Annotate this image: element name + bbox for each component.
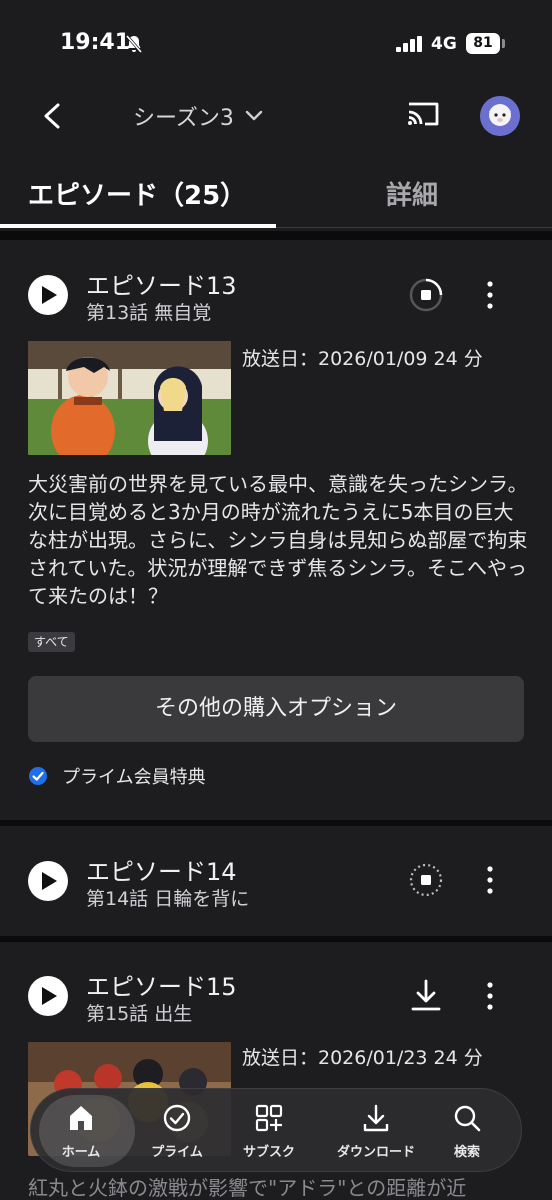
nav-prime[interactable]: プライム [131, 1089, 223, 1173]
play-icon [42, 872, 57, 890]
status-bar: 19:41 4G 81 [0, 0, 552, 90]
search-icon [454, 1105, 481, 1132]
episode-subtitle: 第13話 無自覚 [86, 302, 212, 324]
season-label: シーズン3 [133, 106, 234, 131]
tab-details[interactable]: 詳細 [386, 175, 438, 212]
cast-icon[interactable] [405, 98, 441, 130]
download-icon[interactable] [410, 978, 442, 1012]
episode-card: エピソード14 第14話 日輪を背に [0, 826, 552, 936]
avatar-image [480, 96, 520, 136]
nav-search[interactable]: 検索 [421, 1089, 513, 1173]
play-button[interactable] [28, 976, 68, 1016]
download-icon [363, 1104, 389, 1132]
nav-downloads-label: ダウンロード [336, 1145, 415, 1160]
episode-title[interactable]: エピソード14 [86, 852, 237, 887]
episode-synopsis: 紅丸と火鉢の激戦が影響で"アドラ"との距離が近 [28, 1176, 467, 1200]
prime-benefit-label: プライム会員特典 [62, 767, 206, 788]
nav-bar: シーズン3 [0, 90, 552, 145]
episode-title[interactable]: エピソード13 [86, 266, 237, 301]
nav-subscriptions[interactable]: サブスク [223, 1089, 315, 1173]
nav-home[interactable]: ホーム [35, 1089, 135, 1173]
home-icon [70, 1106, 92, 1130]
tab-episodes[interactable]: エピソード（25） [28, 175, 246, 212]
nav-search-label: 検索 [453, 1145, 480, 1160]
bottom-nav: ホーム プライム サブスク ダウンロード 検索 [30, 1088, 522, 1172]
episode-thumbnail[interactable] [28, 341, 231, 455]
back-arrow-icon[interactable] [38, 100, 68, 132]
status-time: 19:41 [60, 30, 131, 55]
episode-card: エピソード13 第13話 無自覚 放送日：2026/01/09 24 分 大災害… [0, 240, 552, 820]
air-date: 放送日：2026/01/23 24 分 [242, 1047, 483, 1069]
audience-tag: すべて [28, 632, 75, 652]
bell-off-icon [125, 35, 143, 53]
play-button[interactable] [28, 861, 68, 901]
battery-tip [502, 39, 505, 48]
thumbnail-image [28, 341, 231, 455]
nav-home-label: ホーム [61, 1145, 101, 1160]
check-circle-icon [29, 767, 47, 785]
episode-title[interactable]: エピソード15 [86, 967, 237, 1002]
nav-prime-label: プライム [151, 1145, 203, 1160]
more-options-icon[interactable] [478, 978, 502, 1014]
play-icon [42, 286, 57, 304]
air-date: 放送日：2026/01/09 24 分 [242, 348, 483, 370]
prime-benefit: プライム会員特典 [28, 763, 206, 789]
grid-plus-icon [255, 1104, 283, 1132]
network-type: 4G [431, 34, 457, 54]
battery-icon: 81 [466, 33, 500, 54]
nav-subscriptions-label: サブスク [242, 1145, 295, 1160]
more-options-icon[interactable] [478, 862, 502, 898]
tab-active-indicator [0, 224, 276, 228]
more-options-icon[interactable] [478, 277, 502, 313]
chevron-down-icon [245, 110, 263, 121]
season-selector[interactable]: シーズン3 [133, 100, 264, 132]
episode-subtitle: 第15話 出生 [86, 1003, 193, 1025]
other-purchase-options-button[interactable]: その他の購入オプション [28, 676, 524, 742]
download-progress-icon[interactable] [408, 277, 444, 313]
play-button[interactable] [28, 275, 68, 315]
tab-bar: エピソード（25） 詳細 [0, 145, 552, 231]
play-icon [42, 987, 57, 1005]
episode-subtitle: 第14話 日輪を背に [86, 888, 250, 910]
prime-check-icon [163, 1104, 191, 1132]
nav-downloads[interactable]: ダウンロード [322, 1089, 430, 1173]
signal-icon [396, 36, 422, 52]
download-queued-icon[interactable] [408, 862, 444, 898]
episode-synopsis: 大災害前の世界を見ている最中、意識を失ったシンラ。次に目覚めると3か月の時が流れ… [28, 472, 528, 608]
profile-avatar[interactable] [480, 96, 520, 136]
